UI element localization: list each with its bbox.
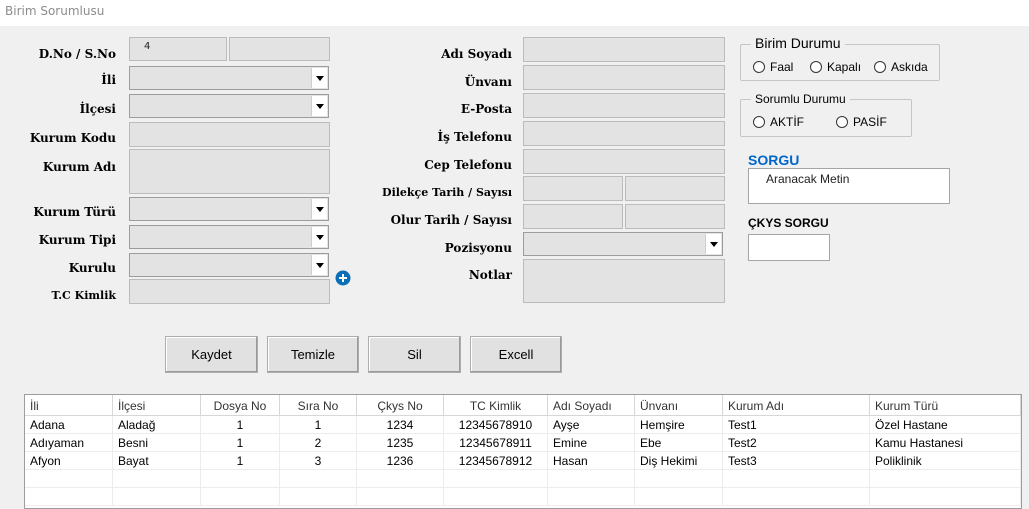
kaydet-button[interactable]: Kaydet [165, 336, 258, 373]
add-icon[interactable] [335, 270, 351, 286]
dno-input[interactable]: 4 [129, 37, 227, 61]
data-grid[interactable]: İli İlçesi Dosya No Sıra No Çkys No TC K… [24, 394, 1022, 509]
radio-circle-icon[interactable] [836, 116, 848, 128]
radio-aktif[interactable]: AKTİF [753, 115, 804, 129]
radio-askida[interactable]: Askıda [874, 60, 928, 74]
olur-sayi-input[interactable] [625, 204, 725, 229]
col-header[interactable]: Kurum Adı [723, 395, 870, 415]
ckys-title: ÇKYS SORGU [748, 216, 829, 230]
table-row-empty[interactable] [25, 470, 1021, 488]
eposta-label: E-Posta [460, 102, 512, 116]
radio-circle-icon[interactable] [753, 116, 765, 128]
chevron-down-icon[interactable] [311, 227, 327, 247]
col-header[interactable]: Sıra No [280, 395, 357, 415]
chevron-down-icon[interactable] [311, 68, 327, 88]
sil-button[interactable]: Sil [368, 336, 461, 373]
temizle-button[interactable]: Temizle [267, 336, 359, 373]
dilekce-tarih-input[interactable] [523, 176, 623, 201]
notlar-textarea[interactable] [523, 259, 725, 303]
kurum-tipi-select[interactable] [129, 225, 329, 249]
radio-circle-icon[interactable] [810, 61, 822, 73]
is-telefonu-input[interactable] [523, 121, 725, 146]
col-header[interactable]: Dosya No [201, 395, 280, 415]
adi-soyadi-input[interactable] [523, 37, 725, 62]
radio-pasif[interactable]: PASİF [836, 115, 887, 129]
table-row-empty[interactable] [25, 488, 1021, 506]
kurulu-label: Kurulu [68, 261, 116, 275]
title-bar: Birim Sorumlusu [0, 0, 1029, 26]
radio-faal[interactable]: Faal [753, 60, 793, 74]
col-header[interactable]: Kurum Türü [870, 395, 1021, 415]
chevron-down-icon[interactable] [705, 234, 721, 254]
dno-label: D.No / S.No [38, 47, 116, 61]
table-row[interactable]: Adıyaman Besni 1 2 1235 12345678911 Emin… [25, 434, 1021, 452]
birim-durumu-group: Birim Durumu Faal Kapalı Askıda [740, 35, 940, 81]
kurum-turu-select[interactable] [129, 197, 329, 221]
chevron-down-icon[interactable] [311, 199, 327, 219]
radio-kapali[interactable]: Kapalı [810, 60, 861, 74]
col-header[interactable]: İlçesi [113, 395, 201, 415]
sorgu-input[interactable]: Aranacak Metin [748, 168, 950, 204]
dilekce-label: Dilekçe Tarih / Sayısı [382, 186, 512, 199]
sno-input[interactable] [229, 37, 330, 61]
kurum-kodu-input[interactable] [129, 122, 330, 147]
kurum-turu-label: Kurum Türü [33, 205, 116, 219]
unvani-label: Ünvanı [464, 75, 512, 89]
pozisyon-select[interactable] [523, 232, 723, 256]
table-row[interactable]: Adana Aladağ 1 1 1234 12345678910 Ayşe H… [25, 416, 1021, 434]
sorumlu-durumu-group: Sorumlu Durumu AKTİF PASİF [740, 92, 912, 137]
col-header[interactable]: Adı Soyadı [548, 395, 635, 415]
chevron-down-icon[interactable] [311, 255, 327, 275]
table-row[interactable]: Afyon Bayat 1 3 1236 12345678912 Hasan D… [25, 452, 1021, 470]
kurulu-select[interactable] [129, 253, 329, 277]
chevron-down-icon[interactable] [311, 96, 327, 116]
excell-button[interactable]: Excell [470, 336, 562, 373]
col-header[interactable]: TC Kimlik [444, 395, 548, 415]
is-telefonu-label: İş Telefonu [437, 130, 512, 144]
dilekce-sayi-input[interactable] [625, 176, 725, 201]
kurum-adi-input[interactable] [129, 149, 330, 194]
ckys-input[interactable] [748, 234, 830, 261]
kurum-adi-label: Kurum Adı [42, 160, 116, 174]
birim-durumu-legend: Birim Durumu [751, 35, 845, 51]
notlar-label: Notlar [468, 268, 512, 282]
window-title: Birim Sorumlusu [5, 4, 105, 18]
col-header[interactable]: Ünvanı [635, 395, 723, 415]
il-select[interactable] [129, 66, 329, 90]
col-header[interactable]: İli [25, 395, 113, 415]
adi-soyadi-label: Adı Soyadı [441, 47, 512, 61]
tc-input[interactable] [129, 279, 330, 304]
il-label: İli [101, 73, 116, 87]
ilce-label: İlçesi [79, 102, 116, 116]
pozisyon-label: Pozisyonu [444, 241, 512, 255]
sorgu-title: SORGU [748, 152, 800, 168]
tc-label: T.C Kimlik [51, 289, 116, 302]
sorumlu-durumu-legend: Sorumlu Durumu [751, 92, 850, 106]
kurum-kodu-label: Kurum Kodu [29, 131, 116, 145]
grid-header: İli İlçesi Dosya No Sıra No Çkys No TC K… [25, 395, 1021, 416]
cep-telefonu-label: Cep Telefonu [424, 158, 512, 172]
col-header[interactable]: Çkys No [357, 395, 444, 415]
radio-circle-icon[interactable] [874, 61, 886, 73]
eposta-input[interactable] [523, 93, 725, 118]
kurum-tipi-label: Kurum Tipi [38, 233, 116, 247]
unvani-input[interactable] [523, 65, 725, 90]
olur-label: Olur Tarih / Sayısı [390, 213, 512, 227]
radio-circle-icon[interactable] [753, 61, 765, 73]
olur-tarih-input[interactable] [523, 204, 623, 229]
cep-telefonu-input[interactable] [523, 149, 725, 174]
ilce-select[interactable] [129, 94, 329, 118]
